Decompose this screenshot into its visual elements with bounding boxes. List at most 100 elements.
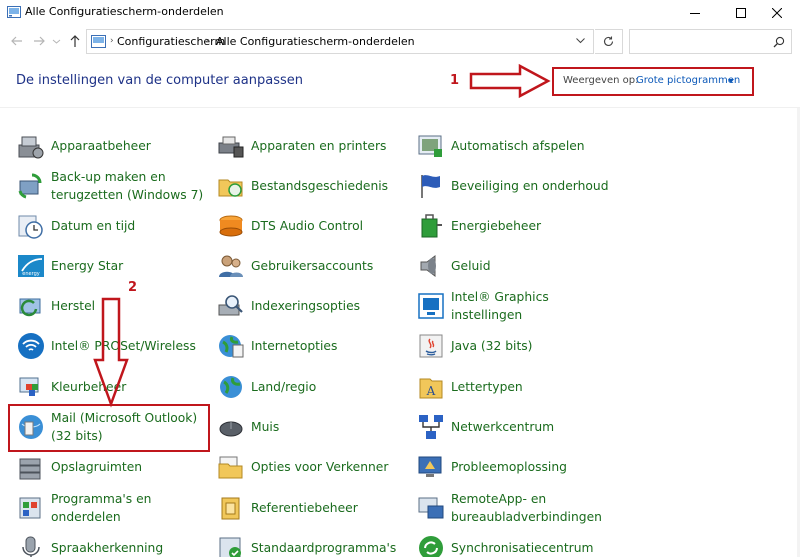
item-dts-audio[interactable]: DTS Audio Control xyxy=(216,207,411,247)
close-button[interactable] xyxy=(754,0,800,26)
wifi-icon xyxy=(18,333,44,359)
remoteapp-icon xyxy=(418,497,444,519)
indexing-icon xyxy=(218,295,243,316)
item-bestandsgeschiedenis[interactable]: Bestandsgeschiedenis xyxy=(216,167,411,207)
chevron-down-icon[interactable] xyxy=(576,38,585,44)
item-standaardprogrammas[interactable]: Standaardprogramma's xyxy=(216,529,411,557)
refresh-button[interactable] xyxy=(595,29,623,54)
divider xyxy=(0,107,800,108)
minimize-button[interactable] xyxy=(672,0,718,26)
item-opties-verkenner[interactable]: Opties voor Verkenner xyxy=(216,448,411,488)
autoplay-icon xyxy=(418,135,442,157)
recovery-icon xyxy=(19,298,41,317)
window-title: Alle Configuratiescherm-onderdelen xyxy=(25,5,224,18)
address-bar[interactable]: › Configuratiescherm › Alle Configuratie… xyxy=(86,29,594,54)
view-by-dropdown[interactable]: Grote pictogrammen xyxy=(636,75,740,86)
control-panel-icon xyxy=(91,35,106,48)
item-datum-tijd[interactable]: Datum en tijd xyxy=(16,207,211,247)
microphone-icon xyxy=(22,536,40,557)
page-title: De instellingen van de computer aanpasse… xyxy=(16,73,303,88)
item-intel-graphics[interactable]: Intel® Graphics instellingen xyxy=(416,287,611,327)
programs-icon xyxy=(19,497,41,519)
item-remoteapp[interactable]: RemoteApp- en bureaubladverbindingen xyxy=(416,489,611,529)
chevron-right-icon[interactable]: › xyxy=(110,36,114,46)
chevron-right-icon[interactable]: › xyxy=(205,36,209,46)
item-label: Muis xyxy=(251,420,280,434)
item-indexeringsopties[interactable]: Indexeringsopties xyxy=(216,287,411,327)
breadcrumb-control-panel[interactable]: Configuratiescherm xyxy=(117,35,225,48)
item-java[interactable]: Java (32 bits) xyxy=(416,327,611,367)
item-netwerkcentrum[interactable]: Netwerkcentrum xyxy=(416,408,611,448)
item-apparaten-printers[interactable]: Apparaten en printers xyxy=(216,127,411,167)
speaker-icon xyxy=(420,255,436,277)
clock-icon xyxy=(18,215,43,239)
item-beveiliging[interactable]: Beveiliging en onderhoud xyxy=(416,167,611,207)
troubleshoot-icon xyxy=(418,456,442,477)
item-opslagruimten[interactable]: Opslagruimten xyxy=(16,448,211,488)
item-label: Opties voor Verkenner xyxy=(251,460,389,474)
title-bar: Alle Configuratiescherm-onderdelen xyxy=(0,0,800,26)
view-selector[interactable]: Weergeven op: Grote pictogrammen xyxy=(552,67,754,96)
item-land-regio[interactable]: Land/regio xyxy=(216,368,411,408)
backup-icon xyxy=(18,173,42,199)
power-icon xyxy=(421,214,442,238)
item-label: Geluid xyxy=(451,259,491,273)
item-programmas[interactable]: Programma's en onderdelen xyxy=(16,489,211,529)
item-label: Programma's en onderdelen xyxy=(51,492,152,524)
item-referentiebeheer[interactable]: Referentiebeheer xyxy=(216,489,411,529)
item-geluid[interactable]: Geluid xyxy=(416,247,611,287)
item-synchronisatiecentrum[interactable]: Synchronisatiecentrum xyxy=(416,529,611,557)
item-label: Herstel xyxy=(51,299,96,313)
dropdown-caret-icon[interactable] xyxy=(728,79,734,83)
back-arrow-icon[interactable] xyxy=(10,34,24,48)
default-programs-icon xyxy=(219,537,241,557)
file-history-icon xyxy=(218,179,243,197)
view-by-label: Weergeven op: xyxy=(563,75,639,86)
item-lettertypen[interactable]: A Lettertypen xyxy=(416,368,611,408)
flag-icon xyxy=(421,175,440,198)
item-label: Gebruikersaccounts xyxy=(251,259,374,273)
intel-graphics-icon xyxy=(418,293,444,319)
printer-icon xyxy=(218,136,244,158)
item-back-up[interactable]: Back-up maken en terugzetten (Windows 7) xyxy=(16,167,211,207)
recent-dropdown-icon[interactable] xyxy=(52,34,61,48)
color-management-icon xyxy=(19,377,39,396)
search-icon[interactable] xyxy=(773,36,785,48)
item-label: Energy Star xyxy=(51,259,124,273)
control-panel-icon xyxy=(7,6,21,18)
item-label: Intel® Graphics instellingen xyxy=(451,290,549,322)
item-label: DTS Audio Control xyxy=(251,219,364,233)
search-input[interactable] xyxy=(629,29,792,54)
item-label: Datum en tijd xyxy=(51,219,136,233)
item-energy-star[interactable]: energy Energy Star xyxy=(16,247,211,287)
mail-highlight-box xyxy=(8,404,210,452)
mouse-icon xyxy=(219,421,243,437)
minimize-icon xyxy=(690,13,700,14)
item-apparaatbeheer[interactable]: Apparaatbeheer xyxy=(16,127,211,167)
svg-text:energy: energy xyxy=(22,271,39,277)
item-muis[interactable]: Muis xyxy=(216,408,411,448)
storage-icon xyxy=(19,458,41,480)
refresh-icon xyxy=(603,36,614,46)
annotation-number-2: 2 xyxy=(128,280,138,295)
item-gebruikersaccounts[interactable]: Gebruikersaccounts xyxy=(216,247,411,287)
item-label: Java (32 bits) xyxy=(451,339,533,353)
region-icon xyxy=(220,376,242,398)
item-spraakherkenning[interactable]: Spraakherkenning xyxy=(16,529,211,557)
breadcrumb-all-items[interactable]: Alle Configuratiescherm-onderdelen xyxy=(216,35,415,48)
forward-arrow-icon[interactable] xyxy=(32,34,46,48)
annotation-arrow-down xyxy=(93,297,129,408)
item-label: Energiebeheer xyxy=(451,219,542,233)
item-label: Beveiliging en onderhoud xyxy=(451,179,609,193)
item-label: Indexeringsopties xyxy=(251,299,361,313)
item-energiebeheer[interactable]: Energiebeheer xyxy=(416,207,611,247)
item-label: Spraakherkenning xyxy=(51,541,164,555)
sync-icon xyxy=(419,536,443,557)
item-label: Apparaten en printers xyxy=(251,139,387,153)
item-label: Referentiebeheer xyxy=(251,501,358,515)
item-automatisch-afspelen[interactable]: Automatisch afspelen xyxy=(416,127,611,167)
item-label: Netwerkcentrum xyxy=(451,420,555,434)
item-probleemoplossing[interactable]: Probleemoplossing xyxy=(416,448,611,488)
item-internetopties[interactable]: Internetopties xyxy=(216,327,411,367)
up-arrow-icon[interactable] xyxy=(68,34,82,48)
